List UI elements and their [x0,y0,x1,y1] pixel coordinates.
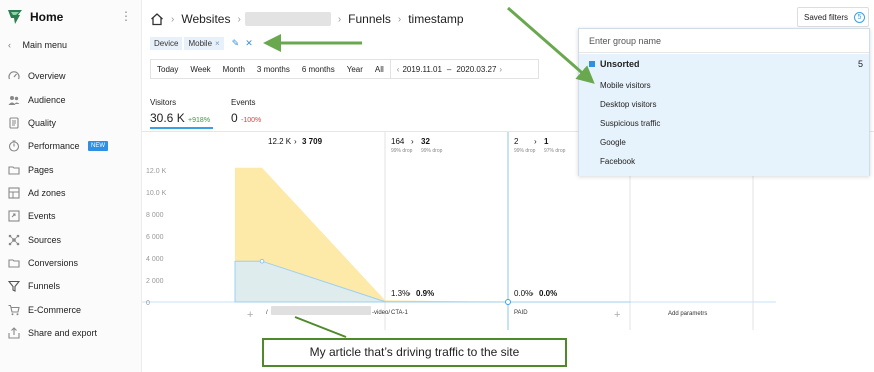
arrow-to-article-step [294,316,347,338]
annotation-arrows [263,6,595,338]
annotation-callout: My article that’s driving traffic to the… [262,338,567,367]
arrow-to-mobile-visitors [507,6,595,84]
